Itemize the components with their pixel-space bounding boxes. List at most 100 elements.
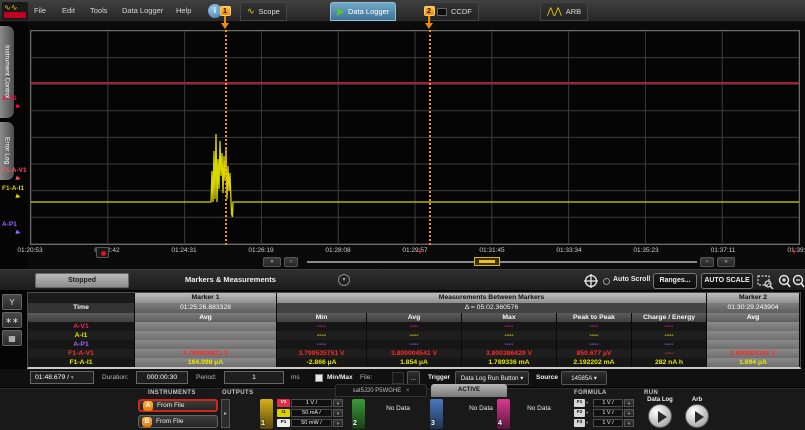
session-close-icon[interactable]: × — [406, 388, 410, 394]
logo-red-bar — [4, 12, 26, 18]
target-icon[interactable] — [584, 274, 598, 288]
tab-data-logger[interactable]: Data Logger — [330, 2, 396, 21]
avg-value: ---- — [367, 322, 462, 331]
channel-1-number: 1 — [261, 420, 265, 427]
v1-range-dropdown[interactable]: 1 V / — [291, 399, 332, 407]
table-row-a-v1: A-V1-------------------- — [28, 322, 800, 331]
position-display[interactable]: 01:48.679 / ▾ — [30, 371, 94, 384]
chevron-down-icon[interactable]: ▾ — [586, 409, 592, 418]
marker2-header: Marker 2 — [707, 293, 800, 303]
channel-4-no-data: No Data — [527, 405, 551, 412]
x-tick-label: 01:33:34 — [556, 247, 581, 254]
file-field[interactable] — [392, 372, 404, 384]
source-dropdown[interactable]: 14585A ▾ — [561, 371, 607, 385]
period-field[interactable]: 1 — [224, 371, 284, 384]
instrument-a-button[interactable]: A From File — [138, 399, 218, 412]
chart-plot-area[interactable] — [30, 30, 800, 245]
p1-range-dropdown[interactable]: 50 mW / — [291, 419, 332, 427]
active-tab[interactable]: ACTIVE — [431, 384, 507, 397]
duration-field[interactable]: 000:00:30 — [136, 371, 188, 384]
formula-row-f2: F2▾1 V /▾ — [574, 409, 634, 418]
zoom-out-icon[interactable] — [792, 274, 805, 289]
logo-wave-icon: ∿∿ — [4, 4, 26, 11]
run-arb-button[interactable] — [685, 404, 709, 428]
scroll-fast-forward-button[interactable]: » — [717, 257, 735, 267]
marker-1-line[interactable] — [225, 30, 227, 245]
status-stopped: Stopped — [35, 273, 129, 288]
layout-grid-icon[interactable]: ▦ — [2, 330, 22, 346]
chevron-down-icon[interactable]: ▾ — [586, 419, 592, 428]
status-bar: Stopped Markers & Measurements ▾ Auto Sc… — [0, 269, 805, 291]
chevron-down-icon[interactable]: ▾ — [624, 399, 634, 407]
scrollbar-thumb[interactable] — [474, 257, 500, 266]
chevron-down-icon[interactable]: ▾ — [624, 409, 634, 417]
tab-scope[interactable]: ∿ Scope — [240, 2, 287, 21]
channel-1-row-i1: I150 mA /▾ — [277, 409, 343, 418]
view-selector-label[interactable]: Markers & Measurements — [185, 275, 276, 284]
menu-file[interactable]: File — [34, 0, 46, 22]
scope-wave-icon: ∿ — [247, 7, 255, 16]
auto-scroll-radio[interactable] — [603, 278, 610, 285]
menu-tools[interactable]: Tools — [90, 0, 108, 22]
instruments-expander[interactable]: ▸ — [221, 399, 230, 428]
chevron-down-icon[interactable]: ▾ — [586, 399, 592, 408]
marker-2-line[interactable] — [429, 30, 431, 245]
marker-pair-icon[interactable]: ∗∗ — [2, 312, 22, 328]
channel-1-row-p1: P150 mW /▾ — [277, 419, 343, 428]
charge-energy-value: ---- — [632, 340, 707, 349]
source-label: Source — [536, 374, 558, 381]
menu-edit[interactable]: Edit — [62, 0, 75, 22]
menu-data-logger[interactable]: Data Logger — [122, 0, 163, 22]
marker-2-flag[interactable]: 2 — [423, 6, 435, 29]
ranges-button[interactable]: Ranges... — [653, 273, 697, 289]
f1-range-dropdown[interactable]: 1 V / — [593, 399, 623, 407]
i1-range-dropdown[interactable]: 50 mA / — [291, 409, 332, 417]
chevron-down-icon[interactable]: ▾ — [333, 419, 343, 427]
marker-tick-plus-1: + — [418, 249, 422, 256]
marker-1-flag[interactable]: 1 — [219, 6, 231, 29]
auto-scale-button[interactable]: AUTO SCALE — [701, 273, 753, 289]
chevron-down-icon[interactable]: ▾ — [333, 399, 343, 407]
tab-arb[interactable]: ⋀⋀ ARB — [540, 2, 588, 21]
instrument-a-label: From File — [157, 402, 184, 409]
scroll-fast-rewind-button[interactable]: « — [263, 257, 281, 267]
marker-tool-icon[interactable]: Y — [2, 294, 22, 310]
marker2-avg: 1.694 µA — [707, 358, 800, 367]
table-row-f1-a-v1: F1-A-V13.799903822 V3.799535751 V3.80000… — [28, 349, 800, 358]
zoom-region-icon[interactable] — [757, 274, 774, 289]
marker-2-flag-box: 2 — [424, 6, 435, 16]
scroll-back-button[interactable]: ‹ — [284, 257, 298, 267]
sidebar-tab-instrument-control[interactable]: Instrument Control — [0, 26, 14, 118]
channel-3-number: 3 — [431, 420, 435, 427]
chevron-down-icon[interactable]: ▾ — [333, 409, 343, 417]
table-row-a-i1: A-I1-------------------- — [28, 331, 800, 340]
subheader-5: Charge / Energy — [632, 313, 707, 322]
minmax-checkbox[interactable] — [315, 374, 323, 382]
measurements-table: Marker 1Measurements Between MarkersMark… — [27, 292, 801, 369]
trigger-dropdown[interactable]: Data Log Run Button ▾ — [455, 371, 529, 385]
tab-ccdf[interactable]: CCDF — [430, 2, 479, 21]
f3-range-dropdown[interactable]: 1 V / — [593, 419, 623, 427]
marker-tick-plus-2: + — [792, 249, 796, 256]
instrument-b-button[interactable]: B From File — [138, 415, 218, 428]
scroll-forward-button[interactable]: › — [700, 257, 714, 267]
scrollbar-track[interactable] — [307, 261, 697, 263]
between-markers-header: Measurements Between Markers — [277, 293, 707, 303]
zoom-in-icon[interactable] — [778, 274, 791, 289]
header-spacer — [28, 293, 135, 303]
max-value: 1.789336 mA — [462, 358, 557, 367]
browse-button[interactable]: ... — [407, 371, 420, 385]
chevron-down-icon[interactable]: ▾ — [624, 419, 634, 427]
run-datalog-button[interactable] — [648, 404, 672, 428]
view-selector-chevron-icon[interactable]: ▾ — [338, 274, 350, 286]
row-name: A-I1 — [28, 331, 135, 340]
f2-range-dropdown[interactable]: 1 V / — [593, 409, 623, 417]
session-tab[interactable]: sat5J20 P5WGHE × — [335, 384, 427, 397]
auto-scroll-label: Auto Scroll — [613, 276, 650, 283]
marker2-avg: 3.800005341 V — [707, 349, 800, 358]
min-value: ---- — [277, 331, 367, 340]
tab-ccdf-label: CCDF — [451, 7, 472, 16]
menu-help[interactable]: Help — [176, 0, 191, 22]
x-tick-label: 01:20:53 — [17, 247, 42, 254]
min-value: ---- — [277, 322, 367, 331]
